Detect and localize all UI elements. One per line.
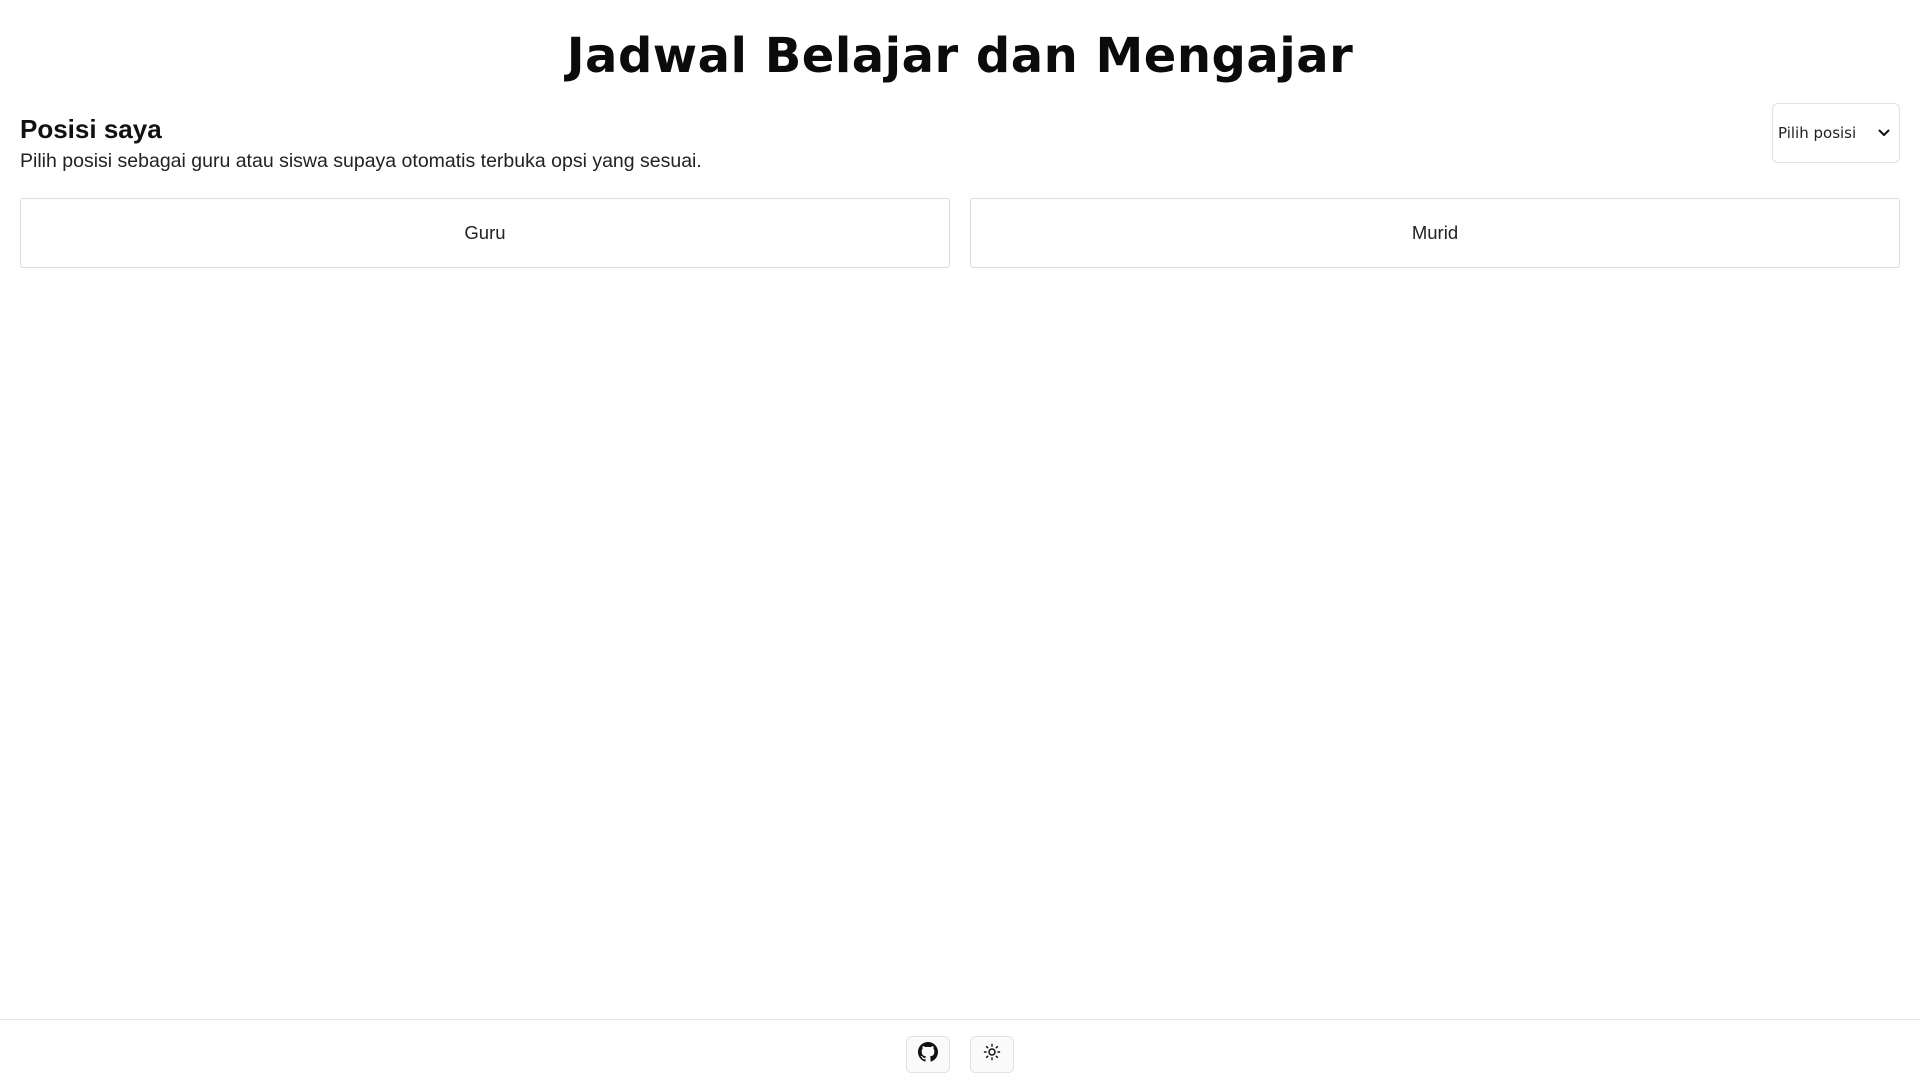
theme-toggle-button[interactable] — [970, 1035, 1014, 1073]
position-select[interactable]: Pilih posisi — [1772, 103, 1900, 163]
position-description: Pilih posisi sebagai guru atau siswa sup… — [20, 150, 702, 172]
role-card-murid[interactable]: Murid — [970, 198, 1900, 268]
footer — [0, 1019, 1920, 1080]
role-grid: Guru Murid — [20, 198, 1900, 268]
sun-icon — [983, 1043, 1001, 1065]
role-card-guru[interactable]: Guru — [20, 198, 950, 268]
github-icon — [918, 1042, 938, 1066]
chevron-down-icon — [1877, 126, 1891, 140]
page-title: Jadwal Belajar dan Mengajar — [566, 28, 1354, 84]
page: Jadwal Belajar dan Mengajar Posisi saya … — [0, 0, 1920, 1080]
position-heading: Posisi saya — [20, 114, 162, 144]
position-section: Posisi saya Pilih posisi sebagai guru at… — [20, 103, 1900, 176]
position-select-value: Pilih posisi — [1778, 124, 1857, 142]
github-button[interactable] — [906, 1035, 950, 1073]
